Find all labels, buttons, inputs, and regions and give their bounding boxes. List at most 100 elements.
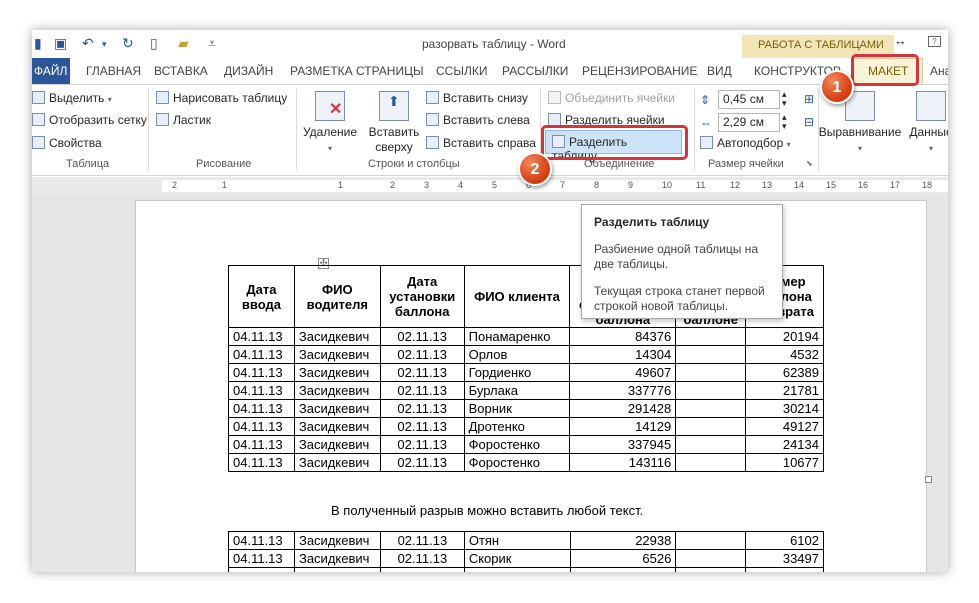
- table-resize-handle[interactable]: [925, 476, 932, 483]
- table-cell[interactable]: [293, 567, 381, 572]
- new-document-icon[interactable]: ▯: [150, 35, 158, 52]
- table-cell[interactable]: 04.11.13: [228, 363, 295, 382]
- table-cell[interactable]: Скорик: [463, 549, 571, 568]
- table-cell[interactable]: 04.11.13: [228, 399, 295, 418]
- table-cell[interactable]: 04.11.13: [228, 549, 295, 568]
- insert-above-button[interactable]: ⬆ Вставить сверху: [366, 91, 422, 155]
- row-height-field[interactable]: 0,45 см: [718, 90, 780, 109]
- table-cell[interactable]: Засидкевич: [293, 363, 381, 382]
- table-cell[interactable]: 143116: [569, 453, 677, 472]
- table-cell[interactable]: Засидкевич: [293, 453, 381, 472]
- table-cell[interactable]: 02.11.13: [379, 345, 465, 364]
- table-cell[interactable]: 4532: [745, 345, 824, 364]
- table-cell[interactable]: [379, 567, 465, 572]
- table-cell[interactable]: Засидкевич: [293, 531, 381, 550]
- table-cell[interactable]: Бурлака: [463, 381, 571, 400]
- insert-below-button[interactable]: Вставить снизу: [426, 91, 528, 105]
- table-cell[interactable]: Форостенко: [463, 435, 571, 454]
- table-cell[interactable]: [463, 567, 571, 572]
- table-cell[interactable]: 02.11.13: [379, 381, 465, 400]
- table-cell[interactable]: 6102: [745, 531, 824, 550]
- table-cell[interactable]: Засидкевич: [293, 435, 381, 454]
- delete-button[interactable]: ✕ Удаление ▾: [302, 91, 358, 156]
- body-paragraph[interactable]: В полученный разрыв можно вставить любой…: [331, 503, 643, 518]
- tab-overflow[interactable]: Ана: [930, 64, 948, 78]
- tab-insert[interactable]: ВСТАВКА: [154, 64, 208, 78]
- table-cell[interactable]: 02.11.13: [379, 399, 465, 418]
- row-height-spinner[interactable]: ▴ ▾: [782, 90, 787, 108]
- document-page[interactable]: ✣ Дата ввода ФИО водителя Дата установки…: [135, 200, 932, 572]
- table-cell[interactable]: 21781: [745, 381, 824, 400]
- table-cell[interactable]: Гордиенко: [463, 363, 571, 382]
- table-cell[interactable]: 02.11.13: [379, 549, 465, 568]
- draw-table-button[interactable]: Нарисовать таблицу: [156, 91, 287, 105]
- table-cell[interactable]: 04.11.13: [228, 453, 295, 472]
- table-cell[interactable]: 62389: [745, 363, 824, 382]
- table-cell[interactable]: [675, 345, 747, 364]
- distribute-rows-icon[interactable]: ⊞: [804, 92, 814, 106]
- table-cell[interactable]: Засидкевич: [293, 399, 381, 418]
- insert-left-button[interactable]: Вставить слева: [426, 113, 530, 127]
- column-width-spinner[interactable]: ▴ ▾: [782, 113, 787, 131]
- table-cell[interactable]: 337776: [569, 381, 677, 400]
- table-cell[interactable]: 20194: [745, 327, 824, 346]
- table-cell[interactable]: 49607: [569, 363, 677, 382]
- table-cell[interactable]: Засидкевич: [293, 327, 381, 346]
- view-gridlines-button[interactable]: Отобразить сетку: [32, 113, 147, 127]
- table-cell[interactable]: [675, 453, 747, 472]
- table-cell[interactable]: [675, 381, 747, 400]
- horizontal-ruler[interactable]: 2 1 1 2 3 4 5 6 7 8 9 10 11 12 13 14 15 …: [32, 177, 948, 195]
- table-cell[interactable]: 30214: [745, 399, 824, 418]
- quick-access-customize-icon[interactable]: ⩡: [208, 35, 216, 52]
- table-cell[interactable]: [675, 399, 747, 418]
- undo-dropdown-icon[interactable]: ▾: [102, 39, 107, 50]
- insert-right-button[interactable]: Вставить справа: [426, 136, 536, 150]
- tab-file[interactable]: ФАЙЛ: [32, 58, 70, 84]
- table-cell[interactable]: [675, 327, 747, 346]
- table-cell[interactable]: 02.11.13: [379, 531, 465, 550]
- table-cell[interactable]: 02.11.13: [379, 435, 465, 454]
- properties-button[interactable]: Свойства: [32, 136, 102, 150]
- tab-page-layout[interactable]: РАЗМЕТКА СТРАНИЦЫ: [290, 64, 424, 78]
- table-cell[interactable]: 33497: [745, 549, 824, 568]
- table-cell[interactable]: 04.11.13: [228, 417, 295, 436]
- table-cell[interactable]: Засидкевич: [293, 345, 381, 364]
- table-cell[interactable]: 337945: [569, 435, 677, 454]
- table-cell[interactable]: 02.11.13: [379, 363, 465, 382]
- table-cell[interactable]: 04.11.13: [228, 345, 295, 364]
- table-cell[interactable]: Дротенко: [463, 417, 571, 436]
- undo-icon[interactable]: ↶: [82, 35, 94, 52]
- table-cell[interactable]: 291428: [569, 399, 677, 418]
- table-cell[interactable]: [745, 567, 824, 572]
- table-cell[interactable]: 6526: [569, 549, 677, 568]
- table-cell[interactable]: 02.11.13: [379, 417, 465, 436]
- table-cell[interactable]: 24134: [745, 435, 824, 454]
- table-2[interactable]: 04.11.13 Засидкевич 02.11.13 Отян 22938 6102 …: [228, 531, 824, 572]
- save-icon[interactable]: ▣: [54, 35, 67, 52]
- table-cell[interactable]: Форостенко: [463, 453, 571, 472]
- tab-mailings[interactable]: РАССЫЛКИ: [502, 64, 568, 78]
- table-cell[interactable]: Засидкевич: [293, 381, 381, 400]
- tab-design[interactable]: ДИЗАЙН: [224, 64, 273, 78]
- table-cell[interactable]: 04.11.13: [228, 327, 295, 346]
- tab-references[interactable]: ССЫЛКИ: [436, 64, 487, 78]
- table-cell[interactable]: 02.11.13: [379, 327, 465, 346]
- table-cell[interactable]: [675, 549, 747, 568]
- table-cell[interactable]: [675, 567, 747, 572]
- table-cell[interactable]: 84376: [569, 327, 677, 346]
- select-button[interactable]: Выделить ▾: [32, 91, 112, 105]
- data-button[interactable]: Данные▾: [904, 91, 948, 156]
- table-cell[interactable]: [675, 531, 747, 550]
- eraser-button[interactable]: Ластик: [156, 113, 211, 127]
- table-cell[interactable]: Засидкевич: [293, 417, 381, 436]
- table-cell[interactable]: Отян: [463, 531, 571, 550]
- table-cell[interactable]: 22938: [569, 531, 677, 550]
- table-cell[interactable]: Засидкевич: [293, 549, 381, 568]
- table-cell[interactable]: [675, 435, 747, 454]
- table-cell[interactable]: 14304: [569, 345, 677, 364]
- table-cell[interactable]: 02.11.13: [379, 453, 465, 472]
- redo-icon[interactable]: ↻: [122, 35, 134, 52]
- table-cell[interactable]: 49127: [745, 417, 824, 436]
- table-cell[interactable]: [569, 567, 677, 572]
- table-cell[interactable]: 04.11.13: [228, 531, 295, 550]
